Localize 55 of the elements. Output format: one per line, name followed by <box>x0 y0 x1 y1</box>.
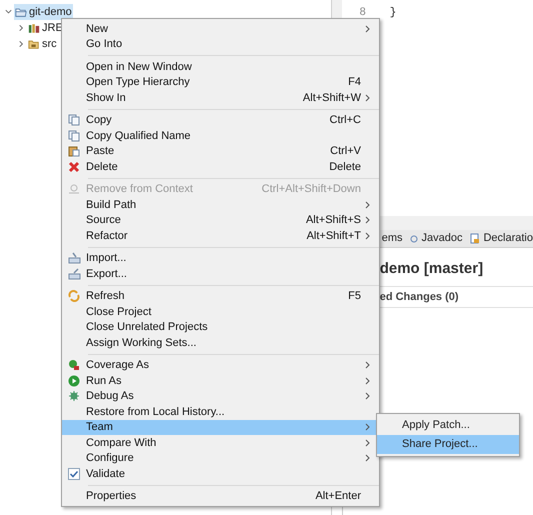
books-icon <box>28 22 40 34</box>
at-icon <box>410 234 418 242</box>
import-icon <box>68 252 80 264</box>
chevron-icon[interactable] <box>17 24 26 32</box>
document-icon <box>470 233 480 244</box>
delete-icon <box>68 160 80 173</box>
menu-item[interactable]: Export... <box>62 266 379 282</box>
menu-item[interactable]: Delete Delete <box>62 159 379 174</box>
menu-item[interactable]: Debug As <box>62 388 379 404</box>
menu-item[interactable]: Source Alt+Shift+S <box>62 212 379 228</box>
menu-item[interactable]: Import... <box>62 250 379 266</box>
menu-item[interactable]: Show In Alt+Shift+W <box>62 90 379 106</box>
menu-item[interactable]: Copy Qualified Name <box>62 128 379 144</box>
panel-tab[interactable]: Declaratio <box>470 230 533 247</box>
checkmark-icon <box>68 468 80 480</box>
menu-item[interactable]: Go Into <box>62 36 379 52</box>
code-line: } <box>390 7 396 19</box>
menu-item[interactable]: Compare With <box>62 435 379 450</box>
tree-item[interactable]: src <box>27 36 58 52</box>
menu-item[interactable]: Restore from Local History... <box>62 404 379 420</box>
line-number: 8 <box>360 6 366 18</box>
menu-item[interactable]: Validate <box>62 466 379 482</box>
chevron-icon[interactable] <box>17 40 26 48</box>
bug-icon <box>68 390 80 402</box>
refresh-icon <box>68 290 80 302</box>
menu-item[interactable]: Assign Working Sets... <box>62 335 379 350</box>
panel-tab[interactable]: ems <box>382 230 402 247</box>
run-icon <box>68 374 80 387</box>
menu-item[interactable]: Run As <box>62 373 379 388</box>
menu-item[interactable]: Close Unrelated Projects <box>62 320 379 335</box>
tree-item[interactable]: git-demo <box>14 4 73 20</box>
remove-icon <box>68 183 80 196</box>
menu-item[interactable]: Properties Alt+Enter <box>62 488 379 504</box>
menu-item[interactable]: Open in New Window <box>62 59 379 74</box>
copy-icon <box>68 130 80 142</box>
folder-icon <box>28 38 40 50</box>
folder-icon <box>15 6 27 18</box>
panel-tab[interactable]: Javadoc <box>410 230 462 247</box>
copy-icon <box>68 114 80 126</box>
menu-item[interactable]: Apply Patch... <box>377 416 519 435</box>
menu-item[interactable]: Open Type Hierarchy F4 <box>62 74 379 90</box>
coverage-icon <box>68 359 80 372</box>
export-icon <box>68 268 80 280</box>
clipboard-icon <box>68 145 80 158</box>
menu-item[interactable]: Configure <box>62 450 379 466</box>
panel-title: demo [master] <box>380 260 484 277</box>
menu-item[interactable]: Team <box>62 420 379 435</box>
menu-item[interactable]: Share Project... <box>377 435 519 454</box>
chevron-icon[interactable] <box>4 8 13 16</box>
menu-item[interactable]: New <box>62 21 379 36</box>
menu-item[interactable]: Paste Ctrl+V <box>62 144 379 159</box>
menu-item[interactable]: Refactor Alt+Shift+T <box>62 228 379 244</box>
menu-item[interactable]: Coverage As <box>62 358 379 373</box>
menu-item[interactable]: Build Path <box>62 197 379 212</box>
menu-item[interactable]: Copy Ctrl+C <box>62 112 379 128</box>
